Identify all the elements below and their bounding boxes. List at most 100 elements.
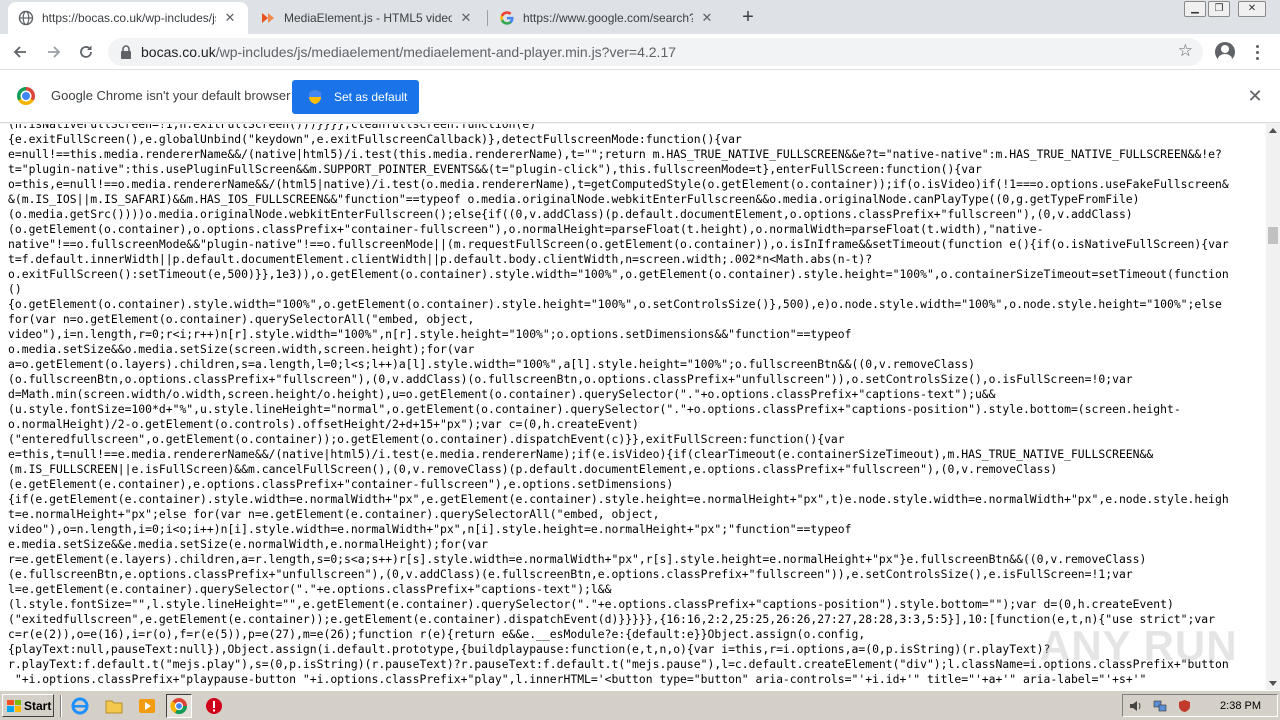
folder-icon[interactable]: [104, 696, 124, 716]
code-line: o=this,e=null!==o.media.rendererName&&/(…: [8, 177, 1229, 191]
windows-logo-icon: [7, 699, 21, 712]
code-line: (n.isNativeFullScreen=!1,n.exitFullScree…: [8, 124, 537, 131]
close-icon[interactable]: ✕: [222, 10, 238, 26]
code-line: t=e.normalHeight+"px";else for(var n=e.g…: [8, 507, 660, 521]
scroll-down-icon[interactable]: [1269, 681, 1277, 686]
code-line: ("enteredfullscreen",o.getElement(o.cont…: [8, 432, 845, 446]
scroll-up-icon[interactable]: [1269, 128, 1277, 133]
code-line: l=e.getElement(e.container).querySelecto…: [8, 582, 612, 596]
tab-mediaelement[interactable]: MediaElement.js - HTML5 video and audio …: [250, 2, 484, 34]
network-icon[interactable]: [1153, 699, 1168, 713]
code-line: (o.media.getSrc())))o.media.originalNode…: [8, 207, 1133, 221]
chrome-menu-icon[interactable]: [1248, 42, 1268, 62]
url-text: bocas.co.uk/wp-includes/js/mediaelement/…: [141, 38, 676, 66]
restore-button[interactable]: ❐: [1208, 1, 1230, 17]
code-line: e.media.setSize&&e.media.setSize(e.norma…: [8, 537, 489, 551]
tab-google-search[interactable]: https://www.google.com/search?q=mediaele…: [489, 2, 725, 34]
tab-title: MediaElement.js - HTML5 video and audio …: [284, 11, 452, 25]
infobar-message: Google Chrome isn't your default browser: [51, 88, 291, 103]
code-line: native"!==o.fullscreenMode&&"plugin-nati…: [8, 237, 1229, 251]
new-tab-button[interactable]: +: [737, 6, 759, 28]
tab-active[interactable]: https://bocas.co.uk/wp-includes/js/media…: [8, 2, 248, 34]
tab-strip: https://bocas.co.uk/wp-includes/js/media…: [0, 0, 1280, 34]
code-line: for(var n=o.getElement(o.container).quer…: [8, 312, 475, 326]
code-line: o.normalHeight)/2-o.getElement(o.control…: [8, 417, 639, 431]
chrome-taskbar-button[interactable]: [166, 694, 192, 718]
arrow-right-icon: [48, 46, 61, 58]
google-icon: [499, 10, 515, 26]
page-content: (n.isNativeFullScreen=!1,n.exitFullScree…: [0, 124, 1266, 690]
set-as-default-label: Set as default: [334, 90, 408, 104]
back-button[interactable]: [8, 40, 32, 64]
start-label: Start: [24, 698, 52, 713]
code-line: r=e.getElement(e.layers).children,a=r.le…: [8, 552, 1147, 566]
source-code: (n.isNativeFullScreen=!1,n.exitFullScree…: [8, 124, 1262, 687]
code-line: {playText:null,pauseText:null}),Object.a…: [8, 642, 1051, 656]
code-line: (m.IS_FULLSCREEN||e.isFullScreen)&&m.can…: [8, 462, 1058, 476]
bookmark-star-icon[interactable]: ☆: [1178, 41, 1193, 61]
url-path: /wp-includes/js/mediaelement/mediaelemen…: [215, 44, 677, 60]
forward-button[interactable]: [42, 40, 66, 64]
volume-icon[interactable]: [1129, 699, 1144, 713]
code-line: {o.getElement(o.container).style.width="…: [8, 297, 1222, 311]
code-line: e=this,t=null!==e.media.rendererName&&/(…: [8, 447, 1154, 461]
reload-button[interactable]: [74, 40, 98, 64]
code-line: video"),i=n.length,r=0;r<i;r++)n[r].styl…: [8, 327, 852, 341]
code-line: (l.style.fontSize="",l.style.lineHeight=…: [8, 597, 1174, 611]
code-line: video"),o=n.length,i=0;i<o;i++)n[i].styl…: [8, 522, 852, 536]
code-line: e=null!==this.media.rendererName&&/(nati…: [8, 147, 1222, 161]
system-tray: 2:38 PM: [1122, 694, 1278, 717]
mediaelement-icon: [260, 10, 276, 26]
shield-icon: [309, 90, 321, 104]
code-line: a=o.getElement(o.layers).children,s=a.le…: [8, 357, 975, 371]
close-icon[interactable]: ✕: [699, 10, 715, 26]
code-line: d=Math.min(screen.width/o.width,screen.h…: [8, 387, 996, 401]
code-line: (e.getElement(e.container),e.options.cla…: [8, 477, 674, 491]
code-line: t=f.default.innerWidth||p.default.docume…: [8, 252, 873, 266]
taskbar-clock: 2:38 PM: [1220, 700, 1261, 712]
close-window-button[interactable]: ✕: [1238, 1, 1266, 17]
stop-icon[interactable]: [204, 696, 224, 716]
code-line: t="plugin-native":this.usePluginFullScre…: [8, 162, 982, 176]
address-bar[interactable]: bocas.co.uk/wp-includes/js/mediaelement/…: [108, 38, 1203, 66]
code-line: c=r(e(2)),o=e(16),i=r(o),f=r(e(5)),p=e(2…: [8, 627, 866, 641]
code-line: r.playText:f.default.t("mejs.play"),s=(0…: [8, 657, 1229, 671]
code-line: &(m.IS_IOS||m.IS_SAFARI)&&m.HAS_IOS_FULL…: [8, 192, 1140, 206]
code-line: (o.fullscreenBtn,o.options.classPrefix+"…: [8, 372, 1133, 386]
media-player-icon[interactable]: [137, 696, 157, 716]
tab-separator: [487, 10, 488, 26]
scrollbar-thumb[interactable]: [1268, 226, 1278, 244]
code-line: o.media.setSize&&o.media.setSize(screen.…: [8, 342, 475, 356]
taskbar-separator: [60, 695, 62, 717]
set-as-default-button[interactable]: Set as default: [292, 80, 419, 114]
code-line: {if(e.getElement(e.container).style.widt…: [8, 492, 1229, 506]
vertical-scrollbar[interactable]: [1266, 124, 1280, 690]
browser-toolbar: bocas.co.uk/wp-includes/js/mediaelement/…: [0, 34, 1280, 70]
code-line: "+i.options.classPrefix+"playpause-butto…: [8, 672, 1147, 686]
reload-icon: [80, 45, 92, 58]
security-icon[interactable]: [1177, 699, 1192, 713]
taskbar: Start 2:38 PM: [0, 690, 1280, 720]
default-browser-infobar: Google Chrome isn't your default browser…: [0, 71, 1280, 123]
chrome-logo-icon: [17, 87, 35, 105]
code-line: (o.getElement(o.container),o.options.cla…: [8, 222, 1044, 236]
code-line: o.exitFullScreen():setTimeout(e,500)}},1…: [8, 267, 1229, 281]
start-button[interactable]: Start: [2, 694, 54, 717]
code-line: (u.style.fontSize=100*d+"%",u.style.line…: [8, 402, 1181, 416]
code-line: (e.fullscreenBtn,e.options.classPrefix+"…: [8, 567, 1133, 581]
code-line: (): [8, 282, 22, 296]
profile-avatar-icon[interactable]: [1215, 42, 1235, 62]
ie-icon[interactable]: [70, 696, 90, 716]
url-host: bocas.co.uk: [141, 44, 216, 60]
code-line: {e.exitFullScreen(),e.globalUnbind("keyd…: [8, 132, 742, 146]
globe-icon: [18, 10, 34, 26]
arrow-left-icon: [13, 46, 26, 58]
minimize-button[interactable]: ▁: [1184, 1, 1206, 17]
chrome-icon: [170, 698, 188, 715]
close-icon[interactable]: ✕: [1246, 87, 1264, 105]
tab-title: https://www.google.com/search?q=mediaele…: [523, 11, 693, 25]
close-icon[interactable]: ✕: [458, 10, 474, 26]
code-line: ("exitedfullscreen",e.getElement(e.conta…: [8, 612, 1215, 626]
lock-icon: [121, 45, 131, 59]
tab-title: https://bocas.co.uk/wp-includes/js/media…: [42, 11, 216, 25]
